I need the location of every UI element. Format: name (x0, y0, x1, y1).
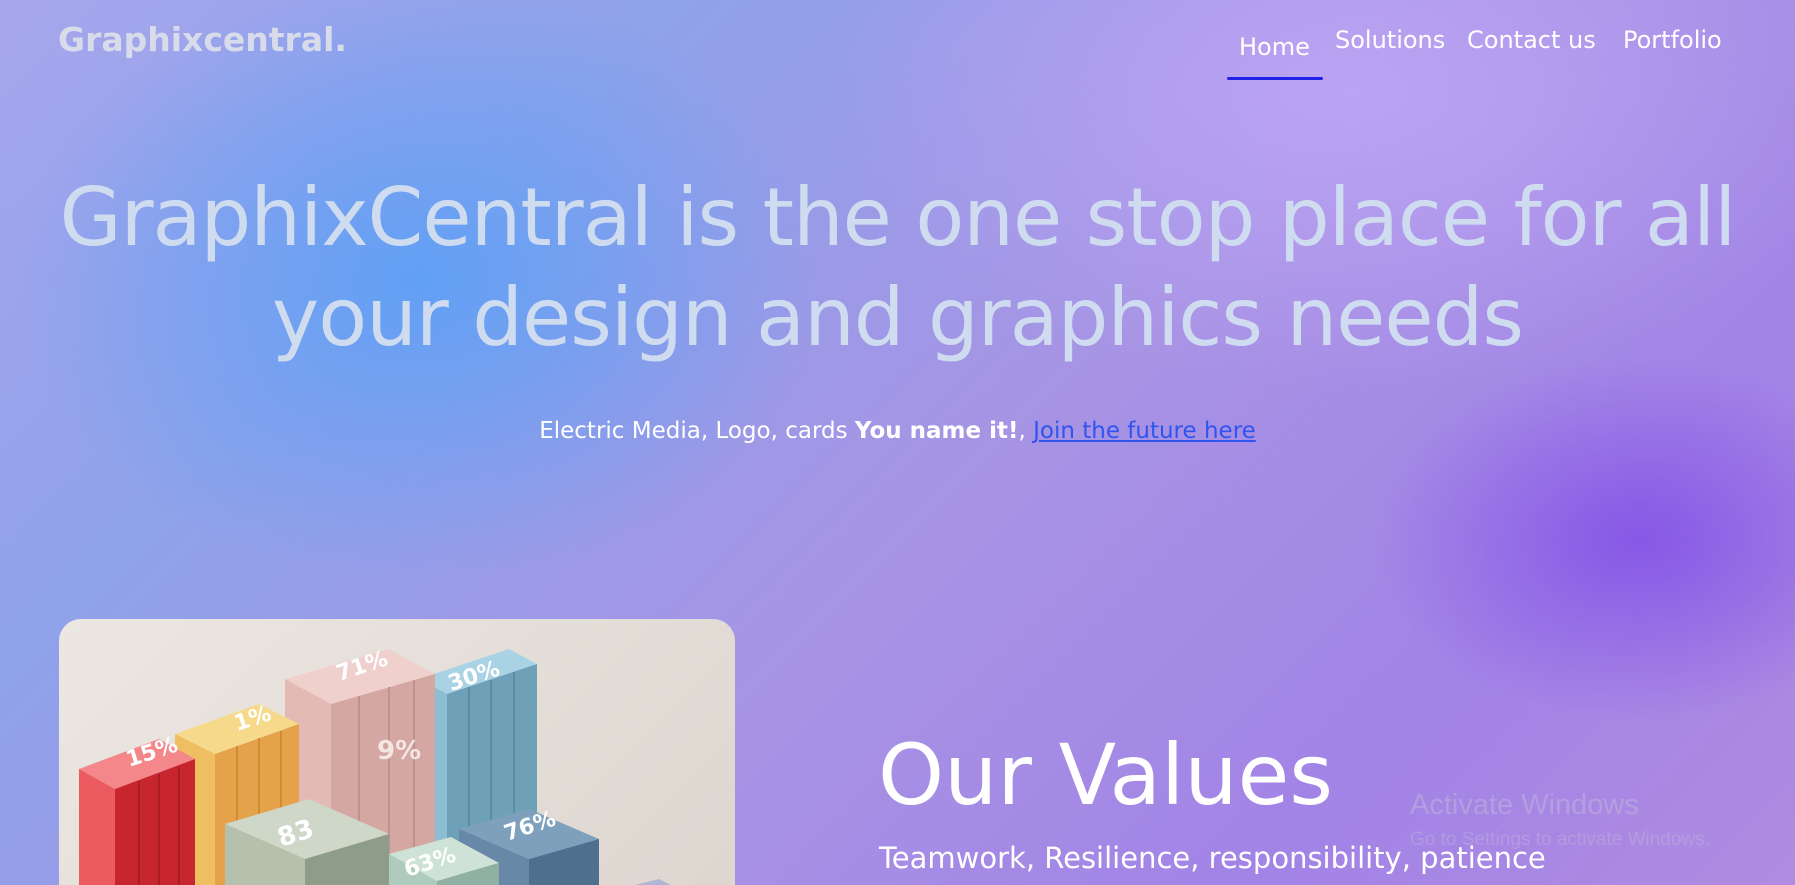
values-title: Our Values (878, 726, 1334, 824)
nav-portfolio[interactable]: Portfolio (1623, 26, 1722, 54)
nav-solutions[interactable]: Solutions (1335, 26, 1445, 54)
nav-contact-us[interactable]: Contact us (1467, 26, 1596, 54)
hero-title-line-2: your design and graphics needs (271, 271, 1524, 364)
nav-home[interactable]: Home (1239, 33, 1310, 61)
nav-active-indicator (1227, 77, 1323, 80)
hero-subtitle-emphasis: You name it! (854, 418, 1019, 444)
hero-subtitle-separator: , (1018, 418, 1034, 444)
activate-windows-title: Activate Windows (1410, 789, 1639, 821)
values-illustration: 15% 1% 71% 9% 30% 83 63% 76% (59, 619, 735, 885)
hero-subtitle: Electric Media, Logo, cards You name it!… (0, 418, 1795, 444)
hero-title-line-1: GraphixCentral is the one stop place for… (59, 171, 1737, 264)
activate-windows-subtitle: Go to Settings to activate Windows. (1410, 829, 1710, 850)
hero-title: GraphixCentral is the one stop place for… (0, 168, 1795, 368)
site-logo[interactable]: Graphixcentral. (58, 20, 347, 59)
illustration-label-9: 9% (377, 736, 421, 766)
join-future-link[interactable]: Join the future here (1033, 418, 1256, 444)
hero-subtitle-text: Electric Media, Logo, cards (539, 418, 855, 444)
